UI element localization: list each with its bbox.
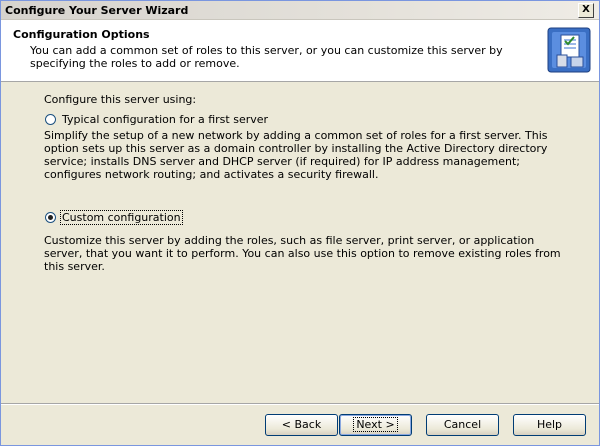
wizard-footer: < Back Next > Cancel Help (1, 403, 599, 446)
close-button[interactable]: X (578, 3, 594, 18)
option-custom[interactable]: Custom configuration (45, 210, 183, 225)
help-button[interactable]: Help (513, 414, 586, 436)
cancel-label: Cancel (443, 418, 482, 431)
configure-prompt: Configure this server using: (44, 93, 197, 106)
back-label: < Back (281, 418, 322, 431)
wizard-header: Configuration Options You can add a comm… (1, 20, 599, 82)
wizard-content: Configure this server using: Typical con… (1, 82, 599, 402)
close-icon: X (582, 4, 590, 15)
typical-label[interactable]: Typical configuration for a first server (61, 113, 269, 126)
custom-description: Customize this server by adding the role… (44, 234, 561, 273)
title-bar[interactable]: Configure Your Server Wizard X (1, 1, 599, 20)
page-title: Configuration Options (13, 28, 150, 41)
cancel-button[interactable]: Cancel (426, 414, 499, 436)
typical-radio[interactable] (45, 114, 56, 125)
custom-label[interactable]: Custom configuration (60, 210, 183, 225)
custom-radio[interactable] (45, 212, 56, 223)
wizard-window: Configure Your Server Wizard X Configura… (0, 0, 600, 446)
help-label: Help (536, 418, 563, 431)
option-typical[interactable]: Typical configuration for a first server (45, 113, 269, 126)
back-button[interactable]: < Back (265, 414, 338, 436)
server-configuration-icon (547, 27, 591, 73)
next-button[interactable]: Next > (339, 414, 412, 436)
window-title: Configure Your Server Wizard (5, 4, 189, 17)
typical-description: Simplify the setup of a new network by a… (44, 129, 548, 181)
next-label: Next > (353, 417, 398, 432)
page-subtitle: You can add a common set of roles to thi… (30, 44, 503, 70)
